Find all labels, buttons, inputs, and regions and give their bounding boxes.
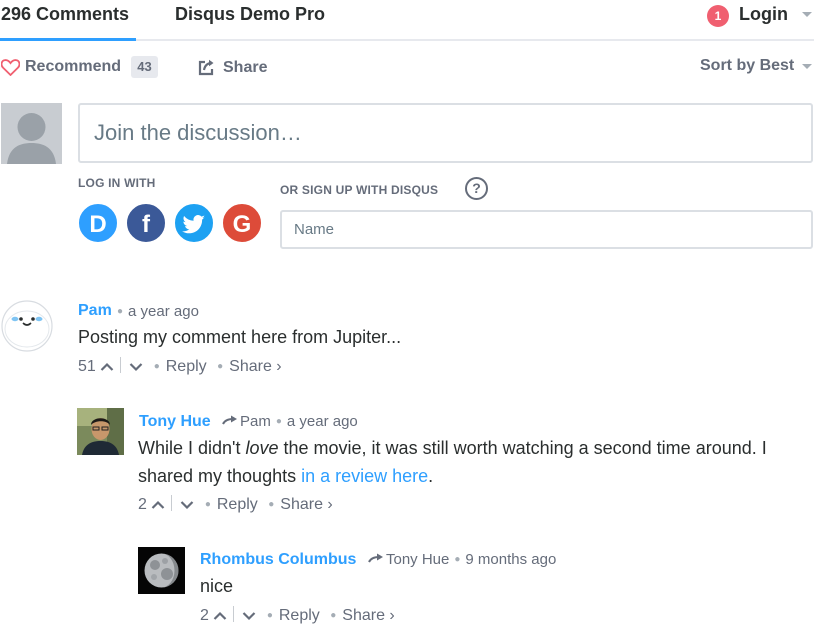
reply-arrow-icon: [368, 553, 383, 563]
upvote-icon[interactable]: [151, 500, 165, 510]
top-nav: 296 Comments Disqus Demo Pro 1 Login: [0, 0, 814, 42]
comment-time[interactable]: 9 months ago: [465, 551, 556, 568]
chevron-down-icon[interactable]: [802, 64, 812, 69]
comment-body: While I didn't love the movie, it was st…: [138, 434, 810, 490]
vote-count: 51: [78, 358, 96, 375]
avatar[interactable]: [138, 547, 185, 594]
vote-divider: [120, 357, 122, 373]
twitter-bird-icon: [182, 215, 205, 234]
comment-time[interactable]: a year ago: [287, 413, 358, 430]
reply-button[interactable]: Reply: [279, 607, 320, 624]
comment-body: nice: [200, 576, 234, 596]
review-link[interactable]: in a review here: [301, 466, 428, 486]
signup-with-label: OR SIGN UP WITH DISQUS: [280, 183, 439, 197]
user-avatar: [1, 103, 62, 164]
reply-button[interactable]: Reply: [217, 496, 258, 513]
comment-text: .: [428, 466, 434, 486]
login-button[interactable]: Login: [739, 4, 788, 25]
comment-time[interactable]: a year ago: [128, 303, 199, 320]
downvote-icon[interactable]: [242, 611, 256, 621]
chevron-down-icon[interactable]: [802, 12, 812, 17]
share-icon[interactable]: [198, 59, 216, 76]
smiley-cloud-avatar-icon: [1, 300, 53, 352]
share-button[interactable]: Share: [223, 59, 267, 77]
reply-button[interactable]: Reply: [166, 358, 207, 375]
upvote-icon[interactable]: [100, 362, 114, 372]
vote-divider: [233, 606, 235, 622]
comment-meta: Tony Hue ● 9 months ago: [364, 551, 556, 568]
comment-composer[interactable]: Join the discussion…: [78, 103, 813, 163]
moon-avatar-icon: [138, 547, 185, 594]
google-login-icon[interactable]: G: [221, 202, 263, 244]
notification-badge[interactable]: 1: [707, 5, 729, 27]
tab-comments[interactable]: 296 Comments: [1, 4, 129, 25]
share-button[interactable]: Share ›: [229, 358, 281, 375]
comment-footer: 51 ● Reply ● Share ›: [78, 357, 282, 375]
share-button[interactable]: Share ›: [280, 496, 332, 513]
comment-body: Posting my comment here from Jupiter...: [78, 327, 402, 347]
heart-icon[interactable]: [1, 59, 20, 76]
comment-author[interactable]: Pam: [78, 302, 112, 320]
login-with-label: LOG IN WITH: [78, 176, 156, 190]
facebook-login-icon[interactable]: f: [125, 202, 167, 244]
help-icon[interactable]: ?: [465, 177, 488, 200]
avatar[interactable]: [77, 408, 124, 455]
comment-meta: ● a year ago: [117, 303, 199, 320]
recommend-button[interactable]: Recommend: [25, 58, 121, 76]
default-avatar-icon: [1, 103, 62, 164]
reply-to-author[interactable]: Pam: [240, 413, 271, 430]
recommend-count: 43: [131, 56, 158, 78]
comment-footer: 2 ● Reply ● Share ›: [138, 495, 333, 513]
reply-arrow-icon: [222, 415, 237, 425]
disqus-login-icon[interactable]: D: [77, 202, 119, 244]
twitter-login-icon[interactable]: [173, 202, 215, 244]
comment-footer: 2 ● Reply ● Share ›: [200, 606, 395, 624]
vote-divider: [171, 495, 173, 511]
sort-dropdown[interactable]: Sort by Best: [700, 57, 794, 75]
avatar[interactable]: [1, 300, 53, 352]
comment-meta: Pam ● a year ago: [218, 413, 358, 430]
comment-author[interactable]: Tony Hue: [139, 413, 211, 431]
vote-count: 2: [200, 607, 209, 624]
reply-to-author[interactable]: Tony Hue: [386, 551, 449, 568]
share-button[interactable]: Share ›: [342, 607, 394, 624]
comment-emphasis: love: [245, 438, 279, 458]
active-tab-indicator: [0, 38, 136, 41]
downvote-icon[interactable]: [129, 362, 143, 372]
vote-count: 2: [138, 496, 147, 513]
comment-author[interactable]: Rhombus Columbus: [200, 551, 356, 569]
photo-avatar-icon: [77, 408, 124, 455]
comment-text: While I didn't: [138, 438, 246, 458]
downvote-icon[interactable]: [180, 500, 194, 510]
name-field[interactable]: [280, 210, 813, 249]
upvote-icon[interactable]: [213, 611, 227, 621]
tab-forum[interactable]: Disqus Demo Pro: [175, 4, 325, 25]
